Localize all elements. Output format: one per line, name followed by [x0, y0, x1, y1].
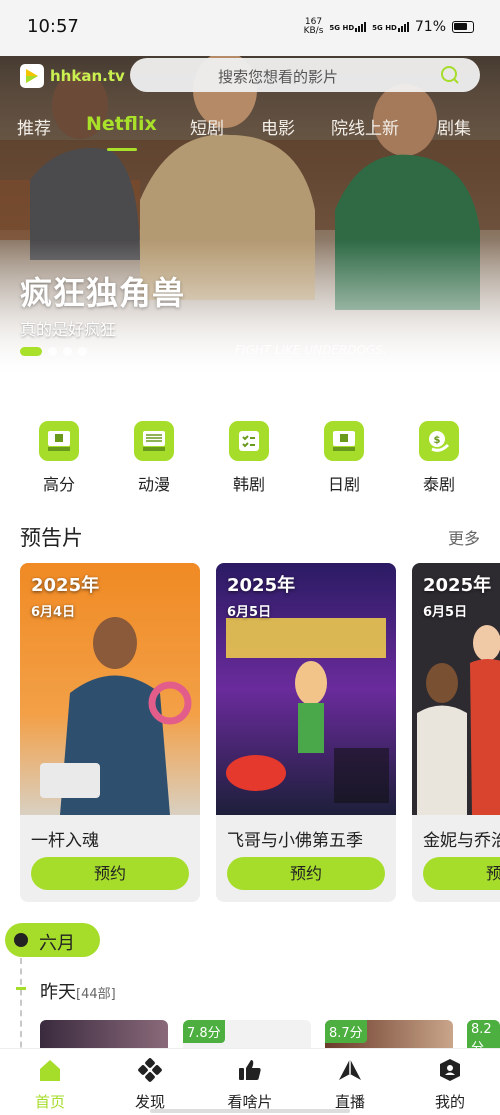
nav-label: 我的 [434, 1093, 465, 1111]
carousel-dot[interactable] [48, 347, 57, 356]
quick-item-korean[interactable]: 韩剧 [209, 421, 289, 495]
day-label-text: 昨天 [40, 982, 76, 1003]
carousel-dot[interactable] [78, 347, 87, 356]
day-label: 昨天[44部] [40, 978, 116, 1004]
netflix-tv-icon [324, 421, 364, 461]
timeline-tick [16, 987, 26, 990]
thumbs-up-icon [239, 1060, 261, 1080]
score-badge: 8.7分 [325, 1020, 367, 1043]
live-icon [339, 1059, 361, 1080]
home-icon [40, 1060, 60, 1081]
status-indicators: 167 KB/s 5G HD 5G HD 71% [304, 18, 474, 36]
score-badge: 7.8分 [183, 1020, 225, 1043]
tab-series[interactable]: 剧集 [437, 114, 471, 139]
battery-percent: 71% [414, 19, 446, 35]
carousel-dots [20, 347, 87, 356]
manga-icon [39, 421, 79, 461]
tab-netflix[interactable]: Netflix [86, 113, 157, 135]
nav-label: 首页 [34, 1093, 65, 1111]
signal-label-1: 5G HD [329, 24, 355, 32]
hero-title: 疯狂独角兽 [20, 274, 186, 312]
profile-icon [440, 1059, 460, 1081]
checklist-icon [229, 421, 269, 461]
signal-icon-2: 5G HD [372, 22, 409, 32]
carousel-dot[interactable] [63, 347, 72, 356]
trailer-year: 2025年 [227, 575, 296, 596]
bottom-navigation: 首页 发现 看啥片 直播 我的 [0, 1048, 500, 1115]
trailer-year: 2025年 [423, 575, 492, 596]
quick-item-anime[interactable]: 动漫 [114, 421, 194, 495]
home-indicator[interactable] [150, 1109, 350, 1113]
trailer-name: 金妮与乔治 [423, 831, 500, 851]
trailer-date: 6月5日 [227, 605, 272, 620]
trailer-name: 飞哥与小佛第五季 [227, 831, 363, 851]
month-dot [14, 933, 28, 947]
quick-label: 泰剧 [422, 475, 455, 494]
status-time: 10:57 [27, 16, 79, 37]
quick-label: 日剧 [327, 475, 360, 494]
app-root: FIGHT LIKE UNDERDOGS. 10:57 167 KB/s 5G … [0, 0, 500, 1115]
trailer-card[interactable]: 2025年 6月5日 金妮与乔治 预约 [412, 563, 500, 902]
quick-item-thai[interactable]: $ 泰剧 [399, 421, 479, 495]
nav-what-to-watch[interactable]: 看啥片 [215, 1057, 285, 1112]
timeline-line [20, 958, 22, 1058]
trailer-date: 6月5日 [423, 605, 468, 620]
carousel-dot-active[interactable] [20, 347, 42, 356]
trailer-card[interactable]: 2025年 6月4日 一杆入魂 预约 [20, 563, 200, 902]
signal-label-2: 5G HD [372, 24, 397, 32]
reserve-button[interactable]: 预约 [31, 857, 189, 890]
nav-live[interactable]: 直播 [315, 1057, 385, 1112]
discover-icon [138, 1058, 162, 1082]
quick-label: 动漫 [137, 475, 170, 494]
network-speed-unit: KB/s [303, 26, 324, 36]
trailer-name: 一杆入魂 [31, 831, 99, 851]
quick-item-high-score[interactable]: 高分 [19, 421, 99, 495]
nav-profile[interactable]: 我的 [415, 1057, 485, 1112]
tab-recommend[interactable]: 推荐 [17, 114, 51, 139]
coin-icon: $ [419, 421, 459, 461]
reserve-button[interactable]: 预约 [227, 857, 385, 890]
category-tabs: 推荐 Netflix 短剧 电影 院线上新 剧集 [0, 113, 500, 151]
search-bar[interactable]: 搜索您想看的影片 [130, 58, 480, 92]
search-icon[interactable] [440, 65, 460, 85]
tab-active-indicator [107, 148, 137, 151]
section-title-trailers: 预告片 [20, 526, 83, 550]
tab-new-in-cinema[interactable]: 院线上新 [331, 114, 399, 139]
svg-text:$: $ [434, 435, 441, 446]
network-speed: 167 KB/s [304, 18, 324, 36]
quick-label: 高分 [42, 475, 75, 494]
trailer-card[interactable]: 2025年 6月5日 飞哥与小佛第五季 预约 [216, 563, 396, 902]
app-logo[interactable]: hhkan.tv [20, 64, 125, 88]
day-count: [44部] [76, 987, 116, 1002]
battery-icon [452, 21, 474, 33]
nav-discover[interactable]: 发现 [115, 1057, 185, 1112]
reserve-button[interactable]: 预约 [423, 857, 500, 890]
month-pill[interactable]: 六月 [5, 923, 100, 957]
logo-text: hhkan.tv [50, 67, 125, 85]
quick-categories: 高分 动漫 韩剧 日剧 $ 泰剧 [0, 421, 500, 501]
tab-movies[interactable]: 电影 [261, 114, 295, 139]
trailer-year: 2025年 [31, 575, 100, 596]
quick-item-japanese[interactable]: 日剧 [304, 421, 384, 495]
status-bar: 10:57 167 KB/s 5G HD 5G HD 71% [0, 0, 500, 56]
more-link[interactable]: 更多 [448, 525, 480, 549]
signal-icon: 5G HD [329, 22, 367, 32]
search-placeholder: 搜索您想看的影片 [218, 68, 339, 86]
logo-play-icon [20, 64, 44, 88]
tab-short-drama[interactable]: 短剧 [190, 114, 224, 139]
month-label: 六月 [39, 933, 75, 954]
quick-label: 韩剧 [232, 475, 265, 494]
manga-book-icon [134, 421, 174, 461]
hero-subtitle: 真的是好疯狂 [20, 320, 117, 339]
nav-home[interactable]: 首页 [15, 1057, 85, 1112]
trailer-date: 6月4日 [31, 605, 76, 620]
